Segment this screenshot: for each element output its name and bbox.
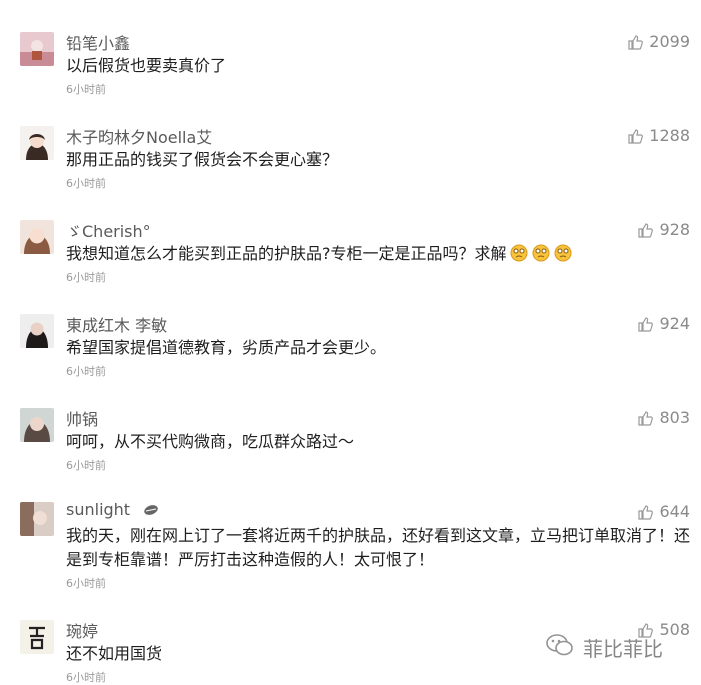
thumbs-up-icon bbox=[637, 410, 654, 426]
avatar[interactable] bbox=[20, 220, 54, 254]
like-button[interactable]: 1288 bbox=[627, 126, 690, 145]
comment-text: 呵呵，从不买代购微商，吃瓜群众路过～ bbox=[66, 432, 355, 451]
avatar[interactable] bbox=[20, 408, 54, 442]
like-button[interactable]: 924 bbox=[637, 314, 690, 333]
crying-emoji-icon bbox=[531, 243, 551, 270]
like-count: 644 bbox=[659, 502, 690, 521]
avatar[interactable] bbox=[20, 126, 54, 160]
wechat-icon bbox=[545, 633, 575, 662]
username[interactable]: 琬婷 bbox=[66, 618, 98, 642]
username[interactable]: 木子昀林夕Noella艾 bbox=[66, 124, 212, 148]
comment-time: 6小时前 bbox=[66, 577, 106, 590]
comment-text: 我的天，刚在网上订了一套将近两千的护肤品，还好看到这文章，立马把订单取消了！还是… bbox=[66, 526, 691, 569]
comment-text: 以后假货也要卖真价了 bbox=[66, 56, 227, 75]
thumbs-up-icon bbox=[627, 34, 644, 50]
like-count: 1288 bbox=[649, 126, 690, 145]
comment-text-body: 我想知道怎么才能买到正品的护肤品?专柜一定是正品吗？求解 bbox=[66, 244, 507, 263]
watermark: 菲比菲比 bbox=[545, 633, 663, 662]
username-text: sunlight bbox=[66, 500, 131, 519]
comment-time: 6小时前 bbox=[66, 459, 106, 472]
username[interactable]: 東成红木 李敏 bbox=[66, 312, 167, 336]
crying-emoji-icon bbox=[509, 243, 529, 270]
like-count: 2099 bbox=[649, 32, 690, 51]
comment-time: 6小时前 bbox=[66, 83, 106, 96]
thumbs-up-icon bbox=[637, 316, 654, 332]
comment-time: 6小时前 bbox=[66, 365, 106, 378]
like-count: 803 bbox=[659, 408, 690, 427]
username[interactable]: 帅锅 bbox=[66, 406, 98, 430]
like-button[interactable]: 644 bbox=[637, 502, 690, 521]
like-count: 928 bbox=[659, 220, 690, 239]
like-count: 924 bbox=[659, 314, 690, 333]
username[interactable]: sunlight bbox=[66, 500, 159, 520]
crying-emoji-icon bbox=[553, 243, 573, 270]
member-badge-icon bbox=[143, 501, 159, 520]
username[interactable]: ゞCherish° bbox=[66, 218, 151, 242]
avatar[interactable] bbox=[20, 32, 54, 66]
comment-text: 那用正品的钱买了假货会不会更心塞？ bbox=[66, 150, 339, 169]
comment-time: 6小时前 bbox=[66, 271, 106, 284]
comment-text: 我想知道怎么才能买到正品的护肤品?专柜一定是正品吗？求解 bbox=[66, 242, 691, 270]
comment-time: 6小时前 bbox=[66, 671, 106, 684]
like-button[interactable]: 2099 bbox=[627, 32, 690, 51]
like-count: 508 bbox=[659, 620, 690, 639]
avatar[interactable] bbox=[20, 314, 54, 348]
comment-text: 希望国家提倡道德教育，劣质产品才会更少。 bbox=[66, 338, 387, 357]
like-button[interactable]: 803 bbox=[637, 408, 690, 427]
thumbs-up-icon bbox=[637, 504, 654, 520]
avatar[interactable] bbox=[20, 620, 54, 654]
watermark-text: 菲比菲比 bbox=[583, 637, 663, 661]
like-button[interactable]: 928 bbox=[637, 220, 690, 239]
comment-time: 6小时前 bbox=[66, 177, 106, 190]
thumbs-up-icon bbox=[627, 128, 644, 144]
username[interactable]: 铅笔小鑫 bbox=[66, 30, 130, 54]
thumbs-up-icon bbox=[637, 222, 654, 238]
avatar[interactable] bbox=[20, 502, 54, 536]
